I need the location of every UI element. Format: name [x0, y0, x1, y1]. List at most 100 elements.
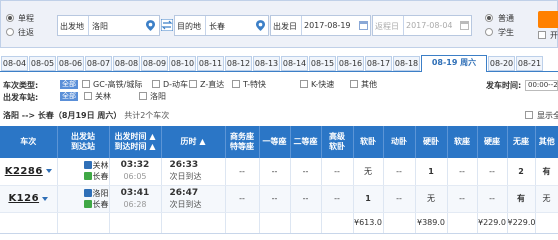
seat-availability[interactable]: 无	[415, 185, 448, 213]
column-header: 硬卧	[415, 126, 448, 158]
to-station-field[interactable]: 目的地 长春	[174, 15, 269, 36]
date-tab[interactable]: 08-10	[169, 56, 196, 71]
seat-price	[161, 212, 226, 234]
date-tab[interactable]: 08-14	[281, 56, 308, 71]
trip-one-way-radio[interactable]	[6, 14, 14, 22]
column-header-label: 出发站	[71, 132, 95, 141]
from-station-value: 洛阳	[92, 22, 108, 31]
station-option-label: 关林	[95, 92, 111, 101]
date-tab[interactable]: 08-09	[141, 56, 168, 71]
seat-availability[interactable]: 有	[507, 185, 536, 213]
seat-availability: --	[383, 158, 416, 186]
return-date-field[interactable]: 返程日 2017-08-04	[372, 15, 472, 36]
train-type-checkbox[interactable]	[350, 80, 358, 88]
seat-price: ¥613.0	[353, 212, 384, 234]
field-divider	[88, 16, 89, 35]
date-tab[interactable]: 08-19 周六	[421, 55, 487, 72]
depart-time-label: 发车时间:	[486, 81, 522, 90]
date-tab[interactable]: 08-16	[337, 56, 364, 71]
seat-availability[interactable]: 1	[353, 185, 384, 213]
train-code-link[interactable]: K2286	[5, 166, 43, 177]
station-all-button[interactable]: 全部	[60, 92, 78, 101]
depart-time: 03:32	[120, 160, 150, 171]
show-all-checkbox[interactable]	[525, 111, 533, 119]
seat-price: ¥229.0	[507, 212, 536, 234]
train-type-checkbox[interactable]	[82, 80, 90, 88]
station-cell: 关林 长春	[57, 158, 110, 186]
swap-icon[interactable]	[161, 19, 173, 31]
seat-availability[interactable]: 有	[535, 158, 558, 186]
station-checkbox[interactable]	[84, 92, 92, 100]
column-header-label: 车次	[20, 137, 37, 146]
query-button[interactable]	[538, 11, 558, 28]
column-header[interactable]: 历时 ▲	[161, 126, 226, 158]
expand-stops-icon[interactable]	[42, 196, 49, 201]
column-header: 车次	[0, 126, 58, 158]
train-type-checkbox[interactable]	[189, 80, 197, 88]
seat-availability[interactable]: 2	[507, 158, 536, 186]
column-header[interactable]: 出发时间 ▲ 到达时间 ▲	[109, 126, 162, 158]
seat-availability[interactable]: 1	[415, 158, 448, 186]
arrive-time: 06:05	[123, 172, 147, 182]
from-station: 关林	[58, 160, 109, 171]
train-type-checkbox[interactable]	[152, 80, 160, 88]
extra-option-checkbox[interactable]	[538, 31, 546, 39]
to-station-value: 长春	[209, 22, 225, 31]
seat-availability: --	[225, 185, 260, 213]
date-tab[interactable]: 08-07	[85, 56, 112, 71]
seat-availability[interactable]: 无	[535, 185, 558, 213]
date-tab[interactable]: 08-05	[29, 56, 56, 71]
train-type-all-button[interactable]: 全部	[60, 80, 78, 89]
date-tab[interactable]: 08-11	[197, 56, 224, 71]
calendar-icon[interactable]	[359, 21, 368, 30]
ticket-normal-radio[interactable]	[485, 14, 493, 22]
expand-stops-icon[interactable]	[45, 169, 52, 174]
date-tab[interactable]: 08-12	[225, 56, 252, 71]
seat-availability: --	[259, 185, 291, 213]
train-row[interactable]: K2286 关林 长春 03:32 06:05 26:33 次日到达 -- -- -- -- 无 -- 1…	[0, 158, 558, 186]
depart-time-select[interactable]: 00:00--24:00	[525, 80, 558, 91]
seat-price	[535, 212, 558, 234]
map-pin-icon[interactable]	[256, 20, 265, 31]
train-code-link[interactable]: K126	[8, 193, 39, 204]
table-header-row: 车次 出发站 到达站 出发时间 ▲ 到达时间 ▲ 历时 ▲ 商务座 特等座 一等座 二等座 高级 软卧…	[0, 126, 558, 158]
train-type-checkbox[interactable]	[300, 80, 308, 88]
calendar-icon[interactable]	[460, 21, 469, 30]
map-pin-icon[interactable]	[146, 20, 155, 31]
station-label: 出发车站:	[3, 93, 39, 102]
column-header-sublabel: 特等座	[230, 142, 254, 151]
train-code-cell[interactable]: K2286	[0, 158, 58, 186]
train-code-cell[interactable]: K126	[0, 185, 58, 213]
seat-price	[225, 212, 260, 234]
date-tab[interactable]: 08-17	[365, 56, 392, 71]
train-type-label: 车次类型:	[3, 81, 39, 90]
seat-price	[259, 212, 291, 234]
date-tab[interactable]: 08-04	[1, 56, 28, 71]
column-header: 动卧	[383, 126, 416, 158]
depart-date-field[interactable]: 出发日 2017-08-19	[270, 15, 371, 36]
train-type-option-label: GC-高铁/城际	[93, 80, 143, 89]
train-row[interactable]: K126 洛阳 长春 03:41 06:28 26:47 次日到达 -- -- -- -- 1 -- 无 -…	[0, 185, 558, 213]
date-tab[interactable]: 08-21	[516, 56, 543, 71]
trip-round-radio[interactable]	[6, 28, 14, 36]
seat-availability[interactable]: 无	[353, 158, 384, 186]
ticket-student-radio[interactable]	[485, 28, 493, 36]
date-tab[interactable]: 08-20	[488, 56, 515, 71]
seat-availability: --	[259, 158, 291, 186]
date-tab[interactable]: 08-06	[57, 56, 84, 71]
seat-price	[0, 212, 58, 234]
column-header-label: 无座	[513, 137, 529, 146]
from-station-field[interactable]: 出发地 洛阳	[57, 15, 160, 36]
duration: 26:47	[169, 187, 199, 198]
date-tab[interactable]: 08-08	[113, 56, 140, 71]
station-checkbox[interactable]	[139, 92, 147, 100]
train-type-checkbox[interactable]	[232, 80, 240, 88]
train-count: 共计2个车次	[124, 111, 170, 120]
station-name: 长春	[92, 172, 109, 182]
date-tab[interactable]: 08-15	[309, 56, 336, 71]
column-header-sublabel: 软卧	[329, 142, 345, 151]
date-tab[interactable]: 08-18	[393, 56, 420, 71]
show-all-label: 显示全	[537, 111, 558, 120]
seat-availability: --	[383, 185, 416, 213]
date-tab[interactable]: 08-13	[253, 56, 280, 71]
